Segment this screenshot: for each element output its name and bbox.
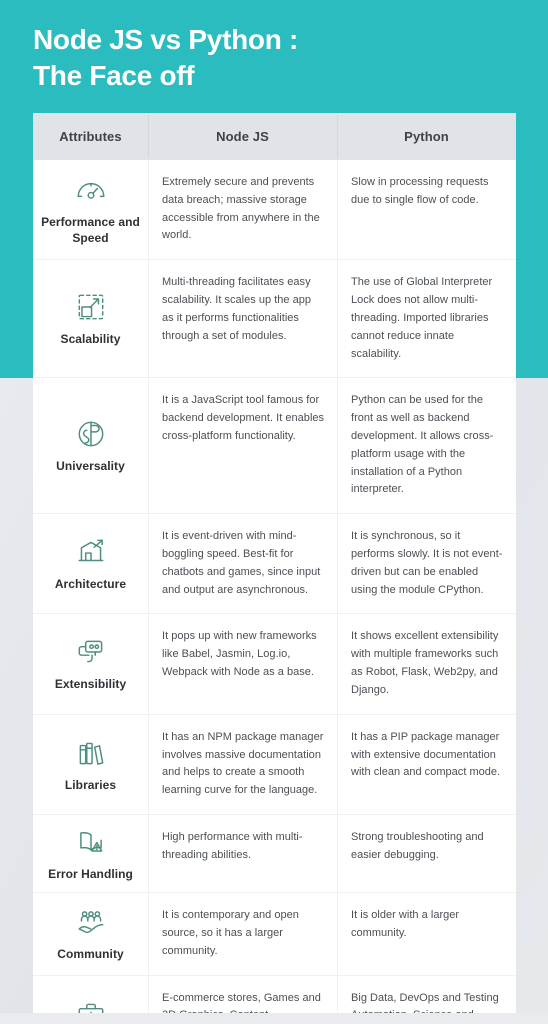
page-title: Node JS vs Python : The Face off [33, 22, 503, 94]
python-description: It is synchronous, so it performs slowly… [351, 530, 503, 596]
table-row: Universality It is a JavaScript tool famo… [33, 377, 516, 514]
column-header-python: Python [337, 113, 516, 160]
nodejs-description: Extremely secure and prevents data breac… [162, 176, 320, 242]
table-row: Architecture It is event-driven with mind… [33, 513, 516, 614]
speedometer-icon [74, 173, 108, 207]
python-cell: It shows excellent extensibility with mu… [337, 614, 516, 714]
attribute-cell: Extensibility [33, 614, 148, 713]
table-row: Libraries It has an NPM package manager i… [33, 713, 516, 815]
nodejs-cell: High performance with multi-threading ab… [148, 814, 337, 893]
community-hand-icon [74, 905, 108, 939]
attribute-label: Performance and Speed [41, 214, 140, 246]
attribute-label: Architecture [54, 577, 127, 592]
python-description: It has a PIP package manager with extens… [351, 730, 501, 779]
python-description: It shows excellent extensibility with mu… [351, 630, 499, 696]
architecture-blueprint-icon [74, 535, 108, 569]
python-description: Strong troubleshooting and easier debugg… [351, 830, 484, 861]
plug-socket-icon [74, 635, 108, 669]
nodejs-cell: It is event-driven with mind-boggling sp… [148, 514, 337, 614]
nodejs-description: High performance with multi-threading ab… [162, 830, 303, 861]
python-cell: It is older with a larger community. [337, 893, 516, 976]
attribute-label: Extensibility [54, 677, 127, 692]
attribute-cell: Universality [33, 378, 148, 513]
globe-universality-icon [74, 417, 108, 451]
nodejs-cell: Multi-threading facilitates easy scalabi… [148, 260, 337, 378]
nodejs-description: It is a JavaScript tool famous for backe… [162, 394, 325, 442]
python-description: Python can be used for the front as well… [351, 394, 494, 496]
column-header-attributes: Attributes [59, 129, 122, 144]
attribute-cell: Scalability [33, 260, 148, 377]
attribute-label: Scalability [60, 332, 121, 347]
table-body: Performance and Speed Extremely secure an… [33, 160, 516, 1024]
attribute-label: Libraries [64, 777, 117, 792]
attribute-cell: Performance and Speed [33, 160, 148, 259]
table-row: Scalability Multi-threading facilitates e… [33, 259, 516, 378]
python-cell: Strong troubleshooting and easier debugg… [337, 814, 516, 893]
table-row: Error Handling High performance with mult… [33, 813, 516, 893]
python-cell: It is synchronous, so it performs slowly… [337, 514, 516, 614]
nodejs-description: It has an NPM package manager involves m… [162, 730, 324, 797]
nodejs-cell: It has an NPM package manager involves m… [148, 714, 337, 815]
nodejs-cell: It is contemporary and open source, so i… [148, 893, 337, 976]
python-cell: It has a PIP package manager with extens… [337, 714, 516, 815]
page-title-line-1: Node JS vs Python : [33, 24, 299, 55]
python-description: Slow in processing requests due to singl… [351, 176, 489, 206]
comparison-table: Attributes Node JS Python Performance an… [33, 113, 516, 1024]
python-cell: Slow in processing requests due to singl… [337, 160, 516, 260]
nodejs-cell: It pops up with new frameworks like Babe… [148, 614, 337, 714]
nodejs-description: It is contemporary and open source, so i… [162, 909, 299, 957]
attribute-cell: Libraries [33, 715, 148, 814]
python-cell: Python can be used for the front as well… [337, 378, 516, 514]
book-warning-icon [74, 825, 108, 859]
attribute-cell: Architecture [33, 514, 148, 613]
table-row: Performance and Speed Extremely secure an… [33, 160, 516, 260]
page-title-line-2: The Face off [33, 59, 195, 91]
table-header-row: Attributes Node JS Python [33, 113, 516, 160]
attribute-label: Error Handling [48, 866, 133, 881]
column-header-nodejs: Node JS [148, 113, 337, 160]
python-description: The use of Global Interpreter Lock does … [351, 276, 493, 360]
attribute-cell: Community [33, 893, 148, 974]
nodejs-description: It pops up with new frameworks like Babe… [162, 630, 317, 679]
footer-strip [0, 1013, 548, 1024]
table-row: Community It is contemporary and open sou… [33, 892, 516, 976]
python-description: It is older with a larger community. [351, 909, 460, 939]
python-cell: The use of Global Interpreter Lock does … [337, 260, 516, 378]
scalability-arrow-icon [74, 290, 108, 324]
attribute-label: Universality [56, 459, 125, 474]
nodejs-cell: It is a JavaScript tool famous for backe… [148, 378, 337, 514]
table-row: Extensibility It pops up with new framewo… [33, 613, 516, 714]
books-icon [74, 736, 108, 770]
attribute-cell: Error Handling [33, 815, 148, 892]
nodejs-cell: Extremely secure and prevents data breac… [148, 160, 337, 260]
nodejs-description: Multi-threading facilitates easy scalabi… [162, 276, 312, 342]
nodejs-description: It is event-driven with mind-boggling sp… [162, 530, 321, 596]
attribute-label: Community [57, 947, 124, 962]
